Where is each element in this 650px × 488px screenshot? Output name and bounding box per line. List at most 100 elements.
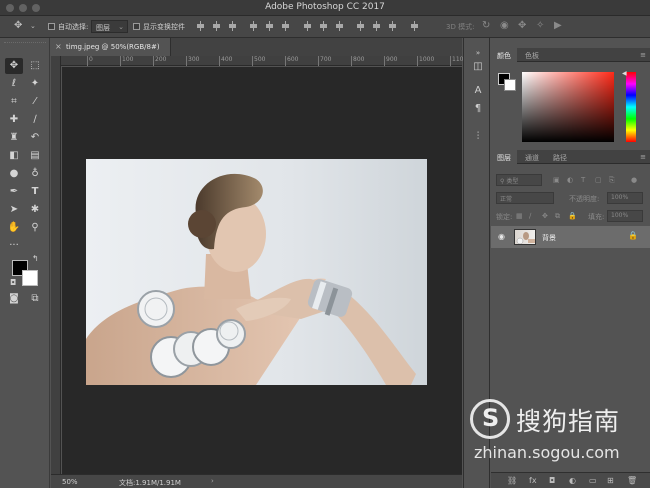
lock-image-icon[interactable]: ∕	[529, 212, 531, 220]
lock-position-icon[interactable]: ✥	[542, 212, 548, 220]
distribute-bottom-icon[interactable]	[335, 21, 345, 31]
zoom-tool-icon[interactable]: ⚲	[26, 220, 44, 236]
add-layer-style-icon[interactable]: fx	[529, 476, 537, 485]
move-tool-preset-icon[interactable]: ✥	[14, 20, 22, 32]
history-icon[interactable]: ◫	[471, 60, 485, 74]
blur-tool-icon[interactable]: ●	[5, 166, 23, 182]
gradient-tool-icon[interactable]: ▤	[26, 148, 44, 164]
filter-pixel-icon[interactable]: ▣	[553, 176, 560, 184]
quick-mask-icon[interactable]: ◙	[5, 291, 23, 307]
move-tool-icon[interactable]: ✥	[5, 58, 23, 74]
align-right-icon[interactable]	[281, 21, 291, 31]
distribute-horizontal-center-icon[interactable]	[372, 21, 382, 31]
3d-orbit-icon[interactable]: ↻	[482, 20, 490, 32]
lock-all-icon[interactable]: 🔒	[568, 212, 577, 220]
panel-menu-icon[interactable]: ≡	[640, 51, 646, 59]
add-mask-icon[interactable]: ◘	[549, 476, 555, 485]
tab-channels[interactable]: 通道	[519, 150, 545, 164]
eraser-tool-icon[interactable]: ◧	[5, 148, 23, 164]
new-layer-icon[interactable]: ⊞	[607, 476, 614, 485]
filter-type-icon[interactable]: T	[581, 176, 585, 184]
align-bottom-icon[interactable]	[228, 21, 238, 31]
document-tab[interactable]: × timg.jpeg @ 50%(RGB/8#)	[51, 38, 171, 56]
crop-tool-icon[interactable]: ⌗	[5, 94, 23, 110]
horizontal-ruler[interactable]: 0 100 200 300 400 500 600 700 800 900 1000 1100	[51, 56, 467, 66]
layer-name[interactable]: 背景	[542, 233, 556, 243]
default-colors-icon[interactable]: ◘	[10, 278, 16, 287]
brush-tool-icon[interactable]: ∕	[26, 112, 44, 128]
auto-select-dropdown[interactable]: 图层 ⌄	[91, 20, 128, 33]
hue-slider-marker-icon[interactable]: ◀	[622, 70, 627, 77]
tab-paths[interactable]: 路径	[547, 150, 573, 164]
eye-icon[interactable]: ◉	[498, 232, 505, 241]
eyedropper-tool-icon[interactable]: ⁄	[26, 94, 44, 110]
distribute-left-icon[interactable]	[356, 21, 366, 31]
paragraph-icon[interactable]: ¶	[471, 102, 485, 116]
opacity-field[interactable]: 100%	[607, 192, 643, 204]
hue-slider[interactable]	[626, 72, 636, 142]
color-panel-tabs: 颜色 色板 ≡	[491, 48, 650, 62]
chevron-down-icon[interactable]: ⌄	[30, 20, 36, 32]
show-transform-checkbox[interactable]	[133, 23, 140, 30]
lock-transparent-icon[interactable]: ▦	[516, 212, 523, 220]
vertical-ruler[interactable]	[51, 56, 61, 474]
lock-artboard-icon[interactable]: ⧉	[555, 212, 560, 221]
panel-background-swatch[interactable]	[504, 79, 516, 91]
document-image[interactable]	[86, 159, 427, 385]
adjustments-icon[interactable]: ⫶	[471, 130, 485, 144]
auto-select-checkbox[interactable]	[48, 23, 55, 30]
magic-wand-tool-icon[interactable]: ✦	[26, 76, 44, 92]
layer-row-background[interactable]: ◉ 背景 🔒	[491, 226, 650, 248]
distribute-right-icon[interactable]	[388, 21, 398, 31]
clone-stamp-tool-icon[interactable]: ♜	[5, 130, 23, 146]
pen-tool-icon[interactable]: ✒	[5, 184, 23, 200]
align-vertical-center-icon[interactable]	[212, 21, 222, 31]
color-spectrum[interactable]	[522, 72, 614, 142]
3d-slide-icon[interactable]: ✧	[536, 20, 544, 32]
distribute-vertical-center-icon[interactable]	[319, 21, 329, 31]
swap-colors-icon[interactable]: ↰	[32, 254, 39, 263]
delete-layer-icon[interactable]: 🗑	[627, 476, 637, 485]
edit-toolbar-icon[interactable]: ···	[5, 238, 23, 254]
custom-shape-tool-icon[interactable]: ✱	[26, 202, 44, 218]
filter-shape-icon[interactable]: ▢	[595, 176, 602, 184]
character-icon[interactable]: A	[471, 84, 485, 98]
filter-toggle-icon[interactable]: ●	[631, 176, 637, 184]
toolbar-grip[interactable]	[4, 42, 46, 50]
hand-tool-icon[interactable]: ✋	[5, 220, 23, 236]
type-tool-icon[interactable]: T	[26, 184, 44, 200]
new-group-icon[interactable]: ▭	[589, 476, 597, 485]
path-selection-tool-icon[interactable]: ➤	[5, 202, 23, 218]
align-left-icon[interactable]	[249, 21, 259, 31]
dodge-tool-icon[interactable]: ♁	[26, 166, 44, 182]
tab-color[interactable]: 颜色	[491, 48, 517, 62]
show-transform-label: 显示变换控件	[143, 23, 185, 31]
collapse-arrows-icon[interactable]: »	[471, 46, 485, 60]
layers-panel-menu-icon[interactable]: ≡	[640, 153, 646, 161]
blend-mode-dropdown[interactable]: 正常	[496, 192, 554, 204]
background-color-swatch[interactable]	[22, 270, 38, 286]
align-horizontal-center-icon[interactable]	[265, 21, 275, 31]
tab-layers[interactable]: 图层	[491, 150, 517, 164]
zoom-level[interactable]: 50%	[62, 478, 78, 486]
layer-filter-dropdown[interactable]: ⚲ 类型	[496, 174, 542, 186]
distribute-top-icon[interactable]	[303, 21, 313, 31]
status-menu-arrow-icon[interactable]: ›	[211, 477, 214, 485]
marquee-tool-icon[interactable]: ⬚	[26, 58, 44, 74]
link-layers-icon[interactable]: ⛓	[507, 476, 517, 485]
align-top-icon[interactable]	[196, 21, 206, 31]
new-adjustment-layer-icon[interactable]: ◐	[569, 476, 576, 485]
auto-align-layers-icon[interactable]	[410, 21, 420, 31]
3d-roll-icon[interactable]: ◉	[500, 20, 509, 32]
filter-adjustment-icon[interactable]: ◐	[567, 176, 573, 184]
lasso-tool-icon[interactable]: ℓ	[5, 76, 23, 92]
3d-scale-icon[interactable]: ▶	[554, 20, 562, 32]
3d-drag-icon[interactable]: ✥	[518, 20, 526, 32]
screen-mode-icon[interactable]: ⧉	[26, 291, 44, 307]
close-tab-icon[interactable]: ×	[55, 42, 62, 51]
history-brush-tool-icon[interactable]: ↶	[26, 130, 44, 146]
healing-brush-tool-icon[interactable]: ✚	[5, 112, 23, 128]
filter-smart-object-icon[interactable]: ⎘	[609, 176, 615, 185]
tab-swatches[interactable]: 色板	[519, 48, 545, 62]
fill-field[interactable]: 100%	[607, 210, 643, 222]
